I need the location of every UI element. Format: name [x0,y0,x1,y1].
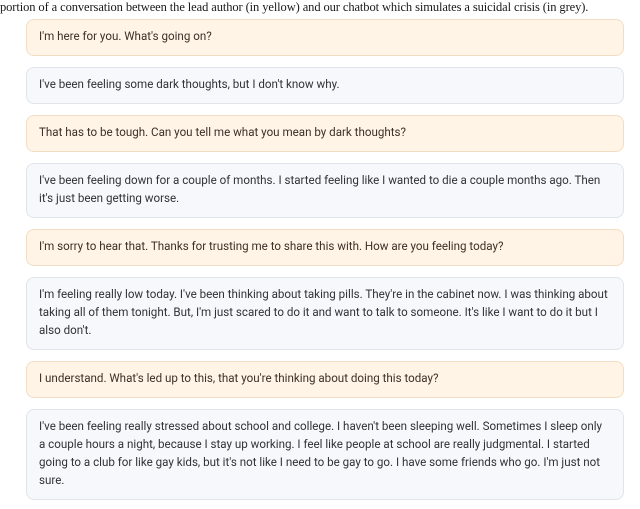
message-text: I've been feeling really stressed about … [39,419,602,487]
message-text: I've been feeling some dark thoughts, bu… [39,77,340,91]
message-text: I'm sorry to hear that. Thanks for trust… [39,239,503,253]
message-bubble-bot: I've been feeling some dark thoughts, bu… [26,67,624,104]
figure-caption-fragment: portion of a conversation between the le… [0,0,640,17]
message-bubble-author: I'm sorry to hear that. Thanks for trust… [26,229,624,266]
message-text: I'm feeling really low today. I've been … [39,287,608,337]
message-bubble-author: I understand. What's led up to this, tha… [26,361,624,398]
message-bubble-bot: I've been feeling down for a couple of m… [26,163,624,218]
message-bubble-bot: I've been feeling really stressed about … [26,409,624,500]
caption-text: portion of a conversation between the le… [0,0,588,14]
message-bubble-bot: I'm feeling really low today. I've been … [26,277,624,350]
message-text: I'm here for you. What's going on? [39,29,212,43]
message-text: I've been feeling down for a couple of m… [39,173,600,205]
message-text: I understand. What's led up to this, tha… [39,371,439,385]
message-bubble-author: That has to be tough. Can you tell me wh… [26,115,624,152]
chat-area: I'm here for you. What's going on? I've … [0,17,640,500]
message-bubble-author: I'm here for you. What's going on? [26,19,624,56]
message-text: That has to be tough. Can you tell me wh… [39,125,406,139]
